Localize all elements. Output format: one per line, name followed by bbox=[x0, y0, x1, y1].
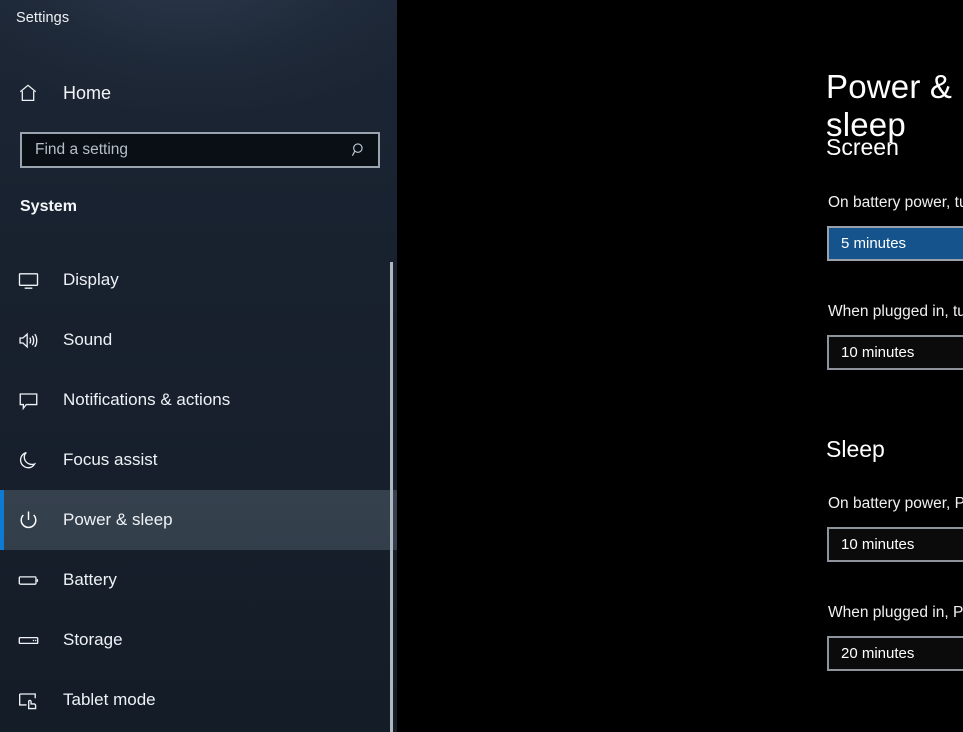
moon-icon bbox=[17, 449, 47, 472]
sidebar-item-tablet-mode-label: Tablet mode bbox=[63, 690, 156, 709]
sidebar-item-notifications-label: Notifications & actions bbox=[63, 390, 231, 409]
sidebar-item-storage-label: Storage bbox=[63, 630, 123, 649]
search-box[interactable] bbox=[20, 132, 380, 168]
sidebar-item-sound[interactable]: Sound bbox=[0, 310, 397, 370]
disk-drive-icon bbox=[17, 629, 47, 652]
sidebar-nav: Display Sound Notifications & actions Fo… bbox=[0, 250, 397, 730]
field-label-sleep-plugged: When plugged in, PC goes to sleep after bbox=[828, 604, 963, 621]
speech-bubble-icon bbox=[17, 389, 47, 412]
sidebar-item-storage[interactable]: Storage bbox=[0, 610, 397, 670]
sidebar-item-power-sleep-label: Power & sleep bbox=[63, 510, 173, 529]
sidebar-item-display-label: Display bbox=[63, 270, 119, 289]
dropdown-screen-battery[interactable]: 5 minutes bbox=[827, 226, 963, 261]
tablet-hand-icon bbox=[17, 689, 47, 712]
field-label-screen-plugged: When plugged in, turn off after bbox=[828, 303, 963, 320]
search-input[interactable] bbox=[35, 141, 349, 159]
sidebar-item-focus-assist-label: Focus assist bbox=[63, 450, 158, 469]
dropdown-screen-plugged[interactable]: 10 minutes bbox=[827, 335, 963, 370]
dropdown-sleep-battery[interactable]: 10 minutes bbox=[827, 527, 963, 562]
sidebar-item-home-label: Home bbox=[63, 82, 112, 103]
sidebar-item-power-sleep[interactable]: Power & sleep bbox=[0, 490, 397, 550]
sidebar-item-tablet-mode[interactable]: Tablet mode bbox=[0, 670, 397, 730]
sidebar-item-notifications[interactable]: Notifications & actions bbox=[0, 370, 397, 430]
home-icon bbox=[17, 82, 47, 104]
dropdown-screen-plugged-value: 10 minutes bbox=[841, 344, 915, 361]
sidebar-scrollbar[interactable] bbox=[390, 262, 393, 732]
field-label-sleep-battery: On battery power, PC goes to sleep after bbox=[828, 495, 963, 512]
section-heading-screen: Screen bbox=[826, 134, 899, 160]
page-title: Power & sleep bbox=[826, 68, 953, 143]
sidebar-item-display[interactable]: Display bbox=[0, 250, 397, 310]
power-icon bbox=[17, 509, 47, 532]
sidebar-item-sound-label: Sound bbox=[63, 330, 113, 349]
settings-window: Settings Home System bbox=[0, 0, 963, 732]
sidebar-item-home[interactable]: Home bbox=[0, 72, 397, 114]
dropdown-sleep-battery-value: 10 minutes bbox=[841, 536, 915, 553]
speaker-icon bbox=[17, 329, 47, 352]
dropdown-screen-battery-value: 5 minutes bbox=[841, 235, 907, 252]
search-icon[interactable] bbox=[349, 140, 369, 160]
sidebar-item-battery[interactable]: Battery bbox=[0, 550, 397, 610]
section-heading-sleep: Sleep bbox=[826, 436, 885, 462]
sidebar-item-battery-label: Battery bbox=[63, 570, 117, 589]
sidebar-group-title: System bbox=[20, 198, 77, 215]
battery-icon bbox=[17, 569, 47, 592]
sidebar: Settings Home System bbox=[0, 0, 397, 732]
sidebar-item-focus-assist[interactable]: Focus assist bbox=[0, 430, 397, 490]
dropdown-sleep-plugged-value: 20 minutes bbox=[841, 645, 915, 662]
monitor-icon bbox=[17, 269, 47, 292]
app-title: Settings bbox=[16, 10, 70, 26]
dropdown-sleep-plugged[interactable]: 20 minutes bbox=[827, 636, 963, 671]
field-label-screen-battery: On battery power, turn off after bbox=[828, 194, 963, 211]
main-content: Power & sleep Screen Sleep On battery po… bbox=[397, 0, 963, 732]
